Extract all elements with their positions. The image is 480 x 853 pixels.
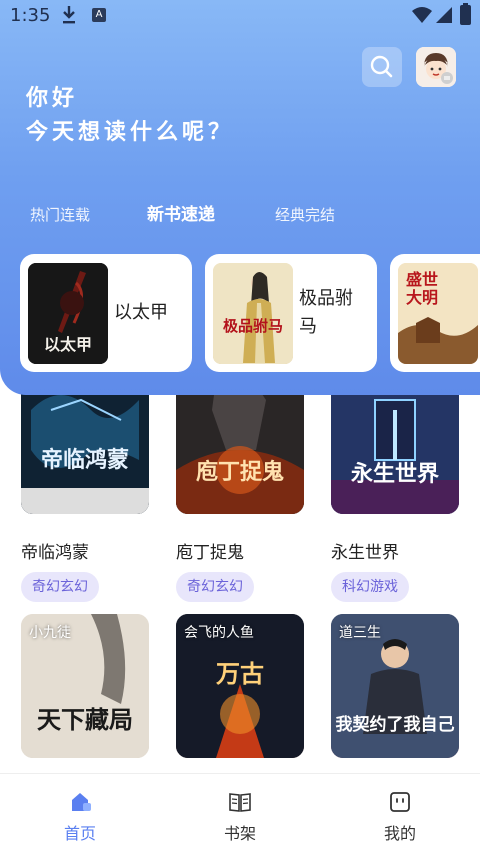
book-cover: 极品驸马 <box>213 263 293 364</box>
tab-hot-serial[interactable]: 热门连载 <box>30 200 90 230</box>
bottom-navigation: 首页 书架 我的 <box>0 773 480 853</box>
featured-card[interactable]: 极品驸马 极品驸马 <box>205 254 377 372</box>
cover-title: 天下藏局 <box>37 706 133 734</box>
cover-title: 以太甲 <box>43 335 92 354</box>
tab-new-books[interactable]: 新书速递 <box>147 200 215 230</box>
book-title: 永生世界 <box>331 543 399 563</box>
book-cover: 永生世界 <box>331 380 459 514</box>
nav-home[interactable]: 首页 <box>20 774 140 853</box>
book-cover: 帝临鸿蒙 <box>21 380 149 514</box>
nav-bookshelf-label: 书架 <box>223 824 256 843</box>
book-author: 小九徒 <box>29 625 71 641</box>
cover-art <box>176 380 304 514</box>
book-cover: 盛世大明 <box>398 263 478 364</box>
greeting-line-1: 你好 <box>26 86 79 111</box>
book-cover: 道三生 我契约了我自己 <box>331 614 459 758</box>
genre-tag: 奇幻玄幻 <box>176 572 254 602</box>
featured-card[interactable]: 盛世大明 <box>390 254 480 372</box>
greeting: 你好 今天想读什么呢？ <box>26 82 234 150</box>
featured-card[interactable]: 以太甲 以太甲 <box>20 254 192 372</box>
genre-tag: 科幻游戏 <box>331 572 409 602</box>
cover-title: 永生世界 <box>350 462 439 487</box>
book-cover: 会飞的人鱼 万古 <box>176 614 304 758</box>
download-icon <box>63 6 75 24</box>
search-icon <box>370 55 393 78</box>
search-button[interactable] <box>362 47 402 87</box>
book-author: 会飞的人鱼 <box>184 625 254 641</box>
greeting-line-2: 今天想读什么呢？ <box>26 120 235 145</box>
nav-home-label: 首页 <box>63 824 96 843</box>
header-panel: 1:35 A 你好 今天想读什么呢？ 热门连载 新书速递 经典完结 以太甲 以太… <box>0 0 480 395</box>
book-cover: 小九徒 天下藏局 <box>21 614 149 758</box>
book-cover: 庖丁捉鬼 <box>176 380 304 514</box>
app-notification-icon: A <box>92 8 106 22</box>
avatar-icon <box>416 47 456 87</box>
book-title: 帝临鸿蒙 <box>21 543 89 563</box>
book-title: 庖丁捉鬼 <box>176 543 244 563</box>
cover-title: 我契约了我自己 <box>335 715 455 735</box>
featured-carousel: 以太甲 以太甲 极品驸马 极品驸马 盛世大明 <box>20 254 480 374</box>
bookshelf-icon <box>229 793 251 812</box>
wifi-icon <box>412 7 432 23</box>
home-icon <box>72 793 91 811</box>
book-title: 以太甲 <box>114 302 168 323</box>
cover-title: 盛世大明 <box>405 270 438 307</box>
cover-art <box>213 263 293 364</box>
signal-icon <box>436 7 452 23</box>
profile-icon <box>390 792 410 812</box>
cover-title: 帝临鸿蒙 <box>40 448 129 473</box>
book-cover: 以太甲 <box>28 263 108 364</box>
genre-tag: 奇幻玄幻 <box>21 572 99 602</box>
book-author: 道三生 <box>339 625 381 641</box>
app-screen: 1:35 A 你好 今天想读什么呢？ 热门连载 新书速递 经典完结 以太甲 以太… <box>0 0 480 853</box>
nav-bookshelf[interactable]: 书架 <box>180 774 300 853</box>
status-time: 1:35 <box>10 5 51 26</box>
nav-profile[interactable]: 我的 <box>340 774 460 853</box>
tab-classic-finished[interactable]: 经典完结 <box>275 200 335 230</box>
cover-title: 庖丁捉鬼 <box>195 460 284 485</box>
cover-art <box>331 380 459 514</box>
book-grid: 帝临鸿蒙 帝临鸿蒙 奇幻玄幻 庖丁捉鬼 庖丁捉鬼 奇幻玄幻 永生世界 永生世界 … <box>0 380 480 773</box>
category-tabs: 热门连载 新书速递 经典完结 <box>0 200 480 230</box>
cover-title: 万古 <box>216 660 264 688</box>
cover-title: 极品驸马 <box>222 317 283 335</box>
status-bar: 1:35 A <box>0 0 480 32</box>
book-title: 极品驸马 <box>299 288 353 337</box>
battery-icon <box>460 3 471 25</box>
nav-profile-label: 我的 <box>383 824 416 843</box>
user-avatar[interactable] <box>416 47 456 87</box>
